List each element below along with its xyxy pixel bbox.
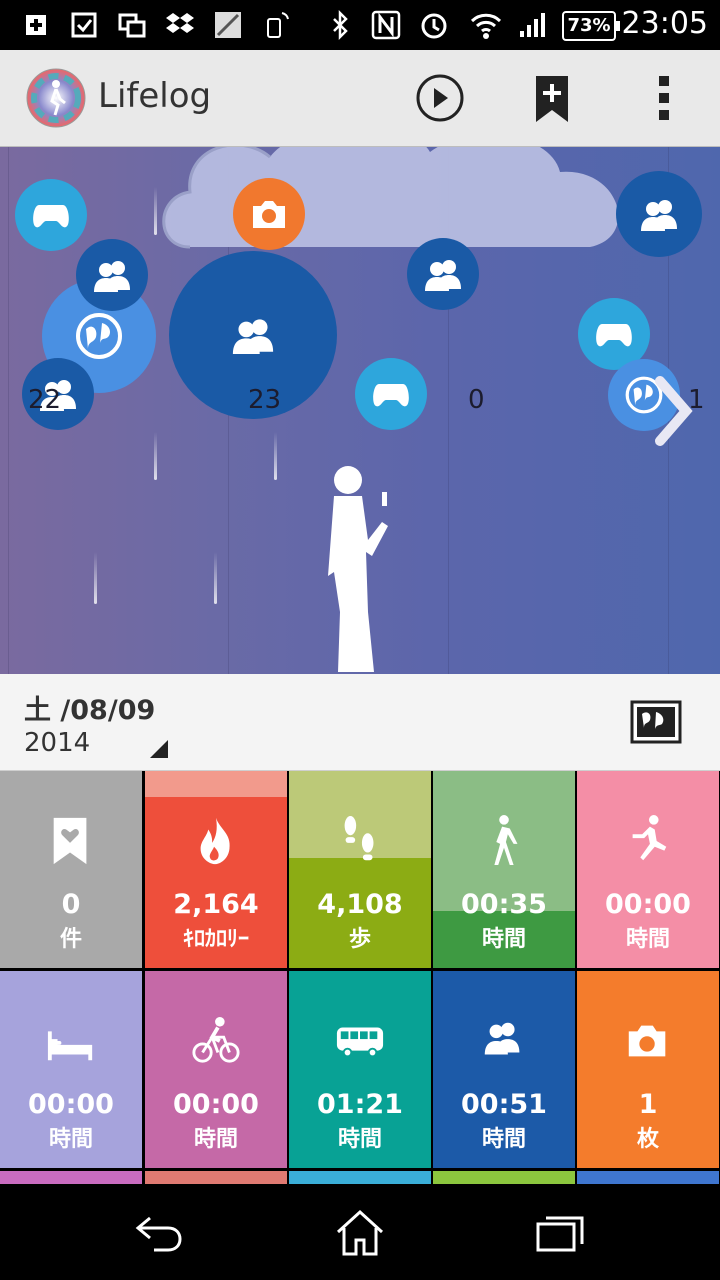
tile-unit: 時間 xyxy=(625,927,670,952)
bookmark-add-icon[interactable] xyxy=(524,70,580,126)
plus-icon xyxy=(26,15,46,35)
phone-signal-icon xyxy=(267,12,289,38)
tile-walking[interactable]: 00:35 時間 xyxy=(433,771,575,968)
tile-value: 00:00 xyxy=(605,889,691,920)
tile-bookmarks[interactable]: 0件 xyxy=(0,771,142,968)
tile-value: 00:00 xyxy=(173,1089,259,1120)
day-label: 0 xyxy=(468,385,485,415)
running-icon xyxy=(632,815,667,861)
back-icon[interactable] xyxy=(130,1208,190,1258)
tile-running[interactable]: 00:00 時間 xyxy=(577,771,719,968)
tile-unit: 件 xyxy=(59,927,82,952)
person-silhouette xyxy=(328,466,388,672)
app-title: Lifelog xyxy=(98,76,212,116)
tile-steps[interactable]: 4,108 歩 xyxy=(289,771,431,968)
tile-unit: 時間 xyxy=(481,927,526,952)
date-label: 土 /08/09 xyxy=(24,695,156,726)
day-label: 22 xyxy=(28,385,62,415)
gamepad-icon[interactable] xyxy=(355,358,427,430)
wifi-icon xyxy=(470,13,502,39)
checkbox-icon xyxy=(71,12,97,38)
play-icon[interactable] xyxy=(412,70,468,126)
home-icon[interactable] xyxy=(330,1208,390,1258)
walking-icon xyxy=(494,815,518,866)
lifelog-logo-icon[interactable] xyxy=(26,68,86,128)
camera-icon xyxy=(628,1025,666,1057)
tile-unit: 時間 xyxy=(481,1127,526,1152)
bus-icon xyxy=(336,1027,384,1058)
tile-value: 01:21 xyxy=(317,1089,403,1120)
tile-sleep[interactable]: 00:00 時間 xyxy=(0,971,142,1168)
gamepad-icon[interactable] xyxy=(15,179,87,251)
image-icon xyxy=(215,12,241,38)
bookmark-heart-icon xyxy=(53,817,87,865)
status-bar: 73% 23:05 xyxy=(0,0,720,50)
chevron-right-icon[interactable] xyxy=(650,371,700,451)
tile-unit: 時間 xyxy=(48,1127,93,1152)
tile-value: 4,108 xyxy=(317,889,403,920)
tile-cycling[interactable]: 00:00 時間 xyxy=(145,971,287,1168)
bluetooth-icon xyxy=(333,9,348,41)
map-icon[interactable] xyxy=(630,700,682,744)
friends-icon[interactable] xyxy=(76,239,148,311)
window-icon xyxy=(118,13,146,38)
clock: 23:05 xyxy=(621,6,708,41)
flame-icon xyxy=(200,817,230,865)
tile-unit: 時間 xyxy=(337,1127,382,1152)
tile-photos[interactable]: 1枚 xyxy=(577,971,719,1168)
cellular-icon xyxy=(520,13,545,37)
tile-unit: 枚 xyxy=(636,1127,659,1152)
cloud-illustration xyxy=(162,147,619,249)
day-label: 23 xyxy=(248,385,282,415)
stats-grid: 0 件 2,164 ｷﾛｶﾛﾘｰ 4,108 歩 00:35 時間 00:00 時間 00:00 時間… xyxy=(0,771,720,1184)
footprints-icon xyxy=(344,816,374,861)
tile-value: 2,164 xyxy=(173,889,259,920)
tile-unit: 歩 xyxy=(348,927,371,952)
friends-icon[interactable] xyxy=(407,238,479,310)
alarm-icon xyxy=(421,13,447,39)
bed-icon xyxy=(47,1031,93,1061)
tile-calories[interactable]: 2,164 ｷﾛｶﾛﾘｰ xyxy=(145,771,287,968)
tile-value: 00:35 xyxy=(461,889,547,920)
bicycle-icon xyxy=(192,1016,240,1063)
date-bar[interactable]: 土 /08/09 2014 xyxy=(0,674,720,771)
recents-icon[interactable] xyxy=(530,1208,590,1258)
tile-unit: ｷﾛｶﾛﾘｰ xyxy=(182,927,249,952)
tile-transport[interactable]: 01:21 時間 xyxy=(289,971,431,1168)
dropdown-indicator-icon[interactable] xyxy=(150,740,168,758)
action-bar: Lifelog xyxy=(0,50,720,147)
overflow-menu-icon[interactable] xyxy=(636,70,692,126)
tile-value: 1 xyxy=(638,1089,658,1120)
tile-value: 0 xyxy=(61,889,81,920)
camera-icon[interactable] xyxy=(233,178,305,250)
tile-unit: 時間 xyxy=(193,1127,238,1152)
timeline-view[interactable]: 22 23 0 1 xyxy=(0,147,720,674)
nfc-icon xyxy=(371,10,401,40)
navigation-bar xyxy=(0,1184,720,1280)
friends-icon[interactable] xyxy=(616,171,702,257)
tile-social[interactable]: 00:51 時間 xyxy=(433,971,575,1168)
year-label: 2014 xyxy=(24,728,91,758)
tile-value: 00:51 xyxy=(461,1089,547,1120)
friends-icon xyxy=(484,1022,520,1055)
dropbox-icon xyxy=(166,13,194,33)
battery-icon: 73% xyxy=(562,11,620,41)
tile-value: 00:00 xyxy=(28,1089,114,1120)
